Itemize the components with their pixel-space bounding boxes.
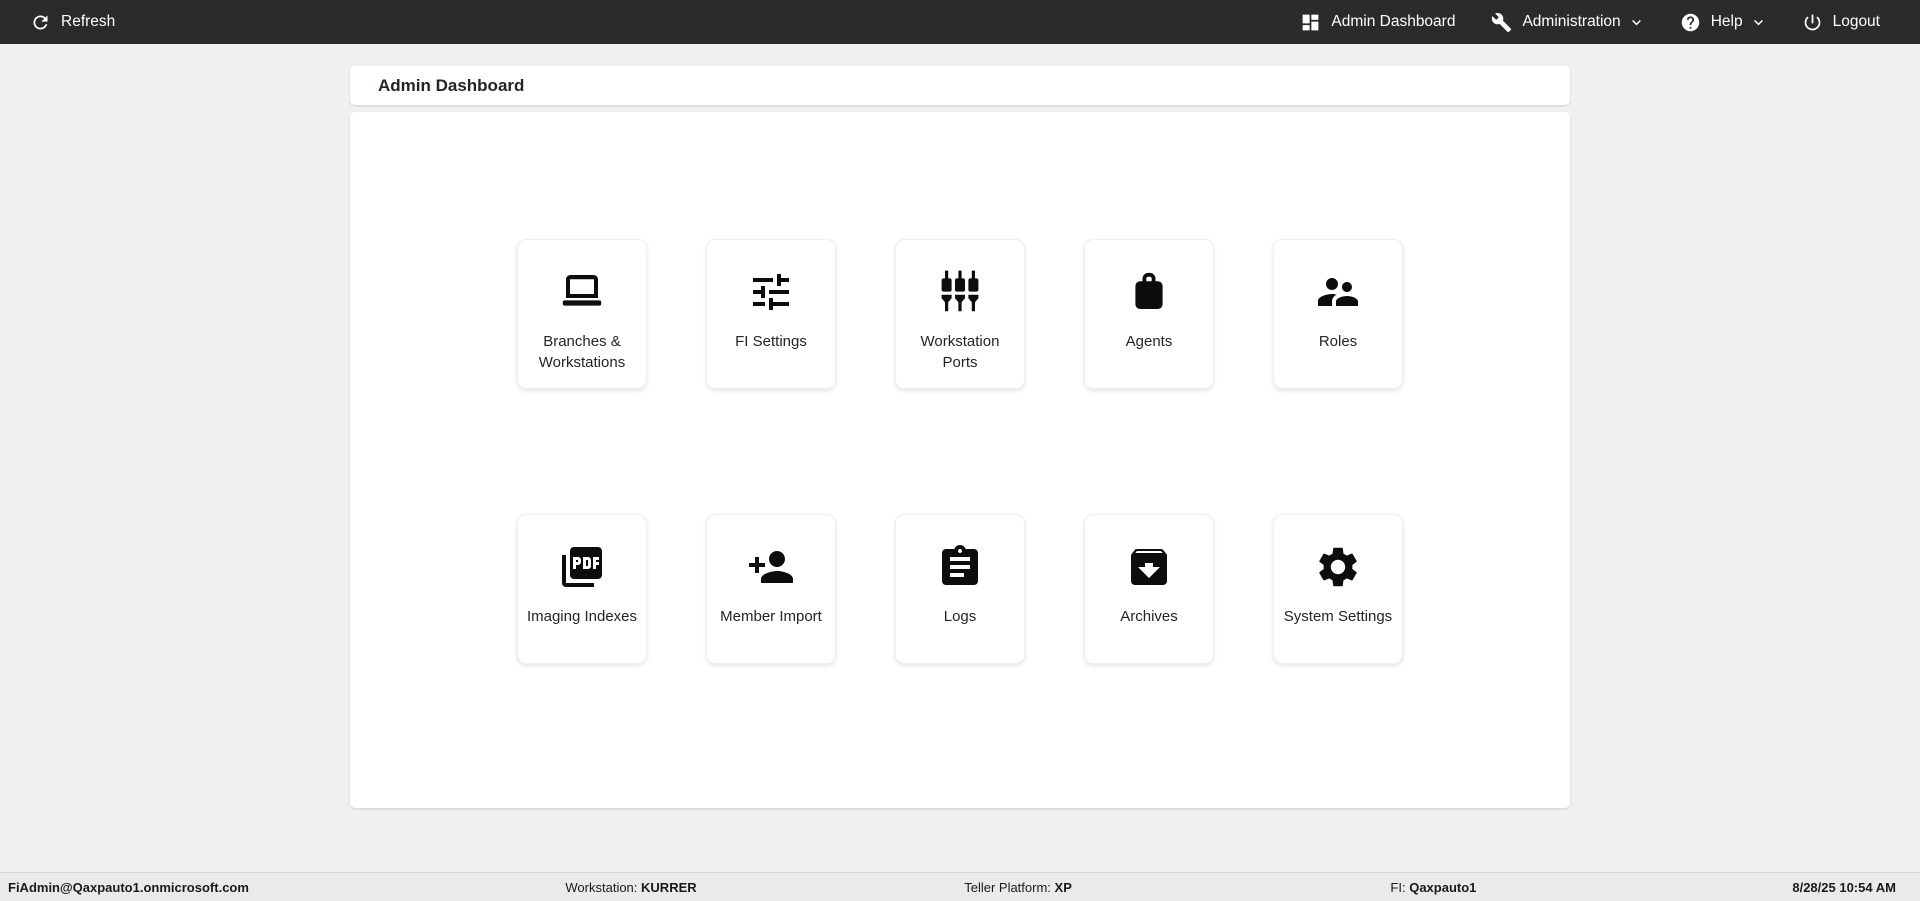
status-bar: FiAdmin@Qaxpauto1.onmicrosoft.com Workst…	[0, 872, 1920, 901]
tile-agents[interactable]: Agents	[1084, 239, 1214, 389]
refresh-icon	[30, 12, 51, 33]
status-workstation-label: Workstation:	[565, 879, 638, 895]
nav-label: Help	[1710, 13, 1743, 30]
topbar-nav: Admin Dashboard Administration Help Logo…	[1300, 12, 1880, 33]
main-content: Admin Dashboard Branches & Workstations F…	[0, 44, 1920, 872]
tile-label: Agents	[1125, 333, 1173, 350]
tile-branches-workstations[interactable]: Branches & Workstations	[517, 239, 647, 389]
tile-label: Archives	[1120, 608, 1178, 625]
tile-label: System Settings	[1283, 608, 1393, 625]
power-icon	[1802, 12, 1823, 33]
status-timestamp: 8/28/25 10:54 AM	[1792, 879, 1896, 895]
tile-system-settings[interactable]: System Settings	[1273, 514, 1403, 664]
briefcase-icon	[1125, 268, 1173, 316]
page-title: Admin Dashboard	[378, 75, 525, 95]
tile-workstation-ports[interactable]: Workstation Ports	[895, 239, 1025, 389]
tile-row-1: Branches & Workstations FI Settings Workst…	[350, 239, 1570, 389]
nav-logout[interactable]: Logout	[1802, 12, 1880, 33]
pdf-icon	[558, 543, 606, 591]
dashboard-icon	[1300, 12, 1321, 33]
nav-administration[interactable]: Administration	[1491, 12, 1643, 33]
status-fi: FI: Qaxpauto1	[1235, 880, 1631, 895]
nav-label: Logout	[1832, 13, 1880, 30]
status-teller-platform-label: Teller Platform:	[964, 879, 1051, 895]
page-title-card: Admin Dashboard	[350, 66, 1570, 105]
tile-label: Branches & Workstations	[538, 333, 626, 371]
nav-label: Admin Dashboard	[1331, 13, 1456, 30]
status-teller-platform-value: XP	[1054, 879, 1072, 895]
dashboard-card: Branches & Workstations FI Settings Workst…	[350, 112, 1570, 808]
nav-admin-dashboard[interactable]: Admin Dashboard	[1300, 12, 1455, 33]
status-teller-platform: Teller Platform: XP	[801, 880, 1235, 895]
person-add-icon	[747, 543, 795, 591]
tile-label: FI Settings	[735, 333, 807, 350]
tile-logs[interactable]: Logs	[895, 514, 1025, 664]
tile-imaging-indexes[interactable]: Imaging Indexes	[517, 514, 647, 664]
tile-label: Imaging Indexes	[526, 608, 638, 625]
status-workstation: Workstation: KURRER	[461, 880, 801, 895]
sliders-icon	[747, 268, 795, 316]
gear-icon	[1314, 543, 1362, 591]
clipboard-icon	[936, 543, 984, 591]
topbar: Refresh Admin Dashboard Administration H…	[0, 0, 1920, 44]
tile-label: Member Import	[720, 608, 822, 625]
tile-row-2: Imaging Indexes Member Import Logs Archives…	[350, 514, 1570, 664]
help-icon	[1680, 12, 1701, 33]
chevron-down-icon	[1751, 15, 1766, 30]
refresh-label: Refresh	[61, 13, 116, 30]
chevron-down-icon	[1629, 15, 1644, 30]
archive-icon	[1125, 543, 1173, 591]
tile-label: Roles	[1318, 333, 1358, 350]
tile-archives[interactable]: Archives	[1084, 514, 1214, 664]
ports-icon	[936, 268, 984, 316]
tile-label: Logs	[943, 608, 977, 625]
tile-member-import[interactable]: Member Import	[706, 514, 836, 664]
tile-fi-settings[interactable]: FI Settings	[706, 239, 836, 389]
refresh-button[interactable]: Refresh	[30, 12, 115, 33]
nav-help[interactable]: Help	[1680, 12, 1766, 33]
status-fi-label: FI:	[1390, 879, 1406, 895]
tile-roles[interactable]: Roles	[1273, 239, 1403, 389]
tile-label: Workstation Ports	[920, 333, 1000, 371]
laptop-icon	[558, 268, 606, 316]
people-icon	[1314, 268, 1362, 316]
status-workstation-value: KURRER	[641, 879, 697, 895]
nav-label: Administration	[1522, 13, 1621, 30]
status-fi-value: Qaxpauto1	[1409, 879, 1477, 895]
status-user: FiAdmin@Qaxpauto1.onmicrosoft.com	[8, 879, 249, 895]
wrench-icon	[1491, 12, 1512, 33]
